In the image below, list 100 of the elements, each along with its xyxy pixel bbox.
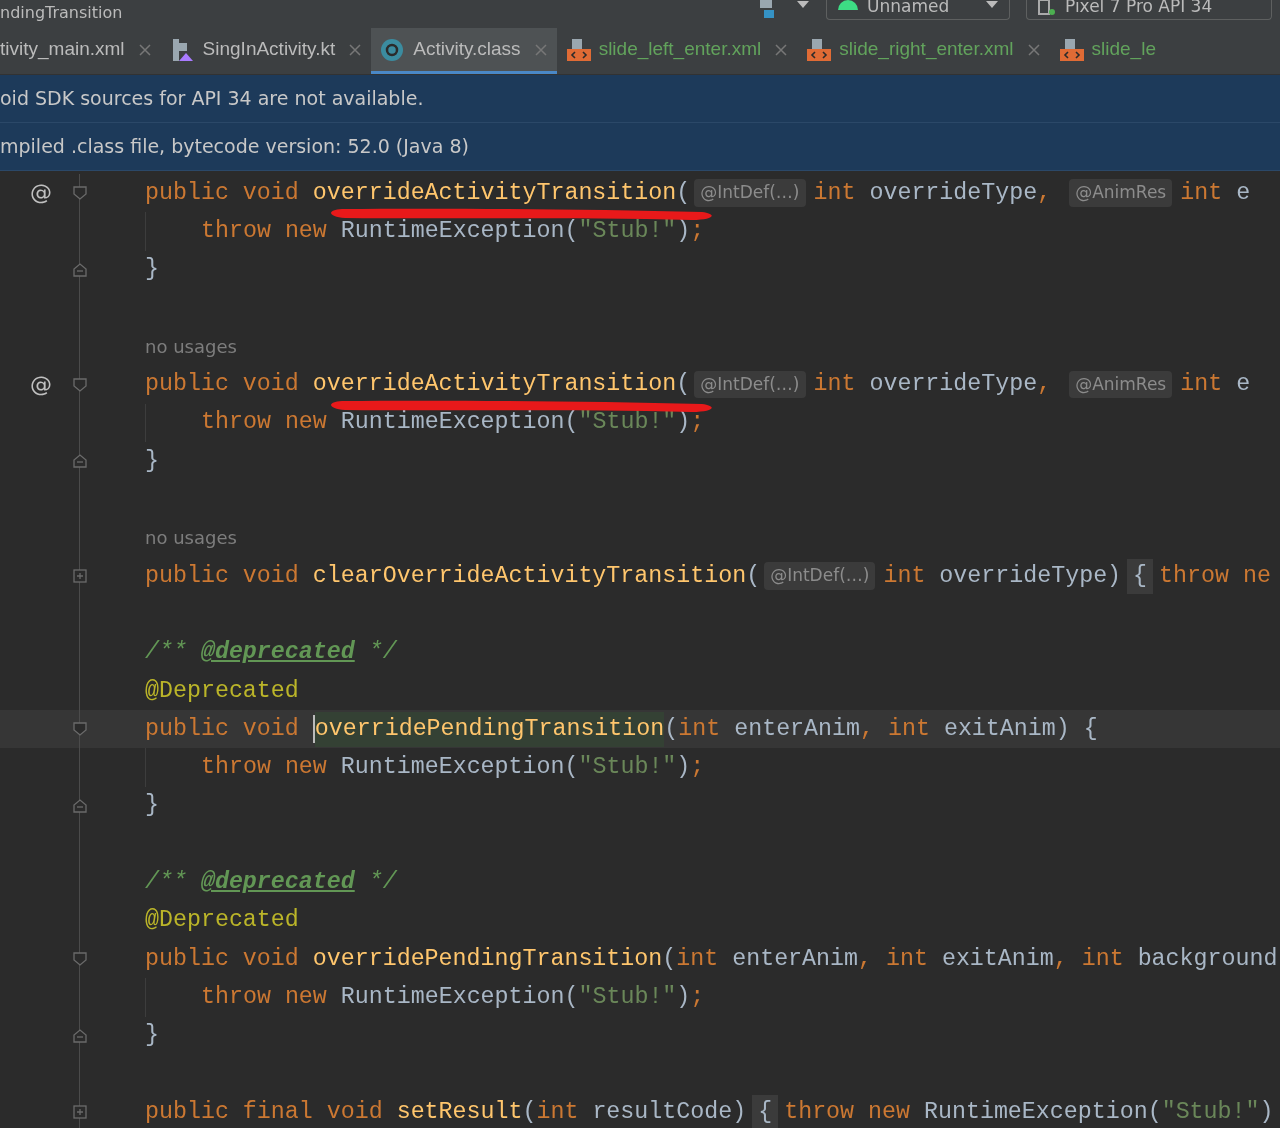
code-token: int: [886, 944, 929, 974]
code-token: int: [813, 370, 857, 400]
close-icon[interactable]: [138, 43, 151, 56]
code-token: (: [662, 944, 677, 974]
code-token: ;: [690, 753, 705, 783]
parameter-hint: @IntDef(…): [764, 562, 876, 590]
xml-file-icon: [807, 38, 832, 61]
code-token: "Stub!": [578, 408, 677, 438]
code-token: */: [367, 868, 397, 897]
xml-file-icon: [1059, 38, 1084, 61]
code-token: public final void: [145, 1097, 384, 1127]
code-token: throw new: [784, 1097, 911, 1127]
fold-end-icon[interactable]: [73, 1028, 87, 1043]
parameter-hint: @AnimRes: [1069, 370, 1173, 399]
code-token: throw new: [201, 216, 328, 246]
code-token: ,: [1053, 944, 1069, 974]
code-token: int: [1081, 944, 1125, 974]
expand-icon[interactable]: [73, 569, 87, 584]
editor-tab[interactable]: tivity_main.xml: [0, 28, 161, 74]
editor-tab[interactable]: SingInActivity.kt: [160, 28, 372, 74]
code-token: ): [676, 216, 691, 246]
code-token: e: [1236, 178, 1251, 208]
code-token: throw ne: [1159, 561, 1271, 591]
fold-end-icon[interactable]: [73, 262, 87, 277]
fold-marker-icon[interactable]: [73, 722, 87, 737]
code-token: throw new: [201, 982, 328, 1012]
code-token: int: [678, 714, 722, 744]
code-token: setResult: [396, 1097, 523, 1127]
code-token: enterAnim: [732, 944, 858, 974]
device-dropdown[interactable]: Pixel 7 Pro API 34: [1026, 0, 1272, 20]
code-token: int: [883, 561, 927, 591]
code-token: overridePendingTransition: [312, 944, 663, 974]
code-token: ;: [690, 408, 705, 438]
parameter-hint: @IntDef(…): [694, 179, 806, 207]
caret-icon: [985, 0, 999, 10]
code-token: ,: [858, 944, 873, 974]
code-token: int: [1180, 178, 1224, 208]
code-token: RuntimeException(: [340, 408, 579, 438]
code-token: @deprecated: [200, 868, 355, 897]
code-token: }: [145, 446, 159, 476]
editor-tab[interactable]: slide_left_enter.xml: [556, 28, 798, 74]
code-token: ): [1259, 1097, 1274, 1127]
fold-marker-icon[interactable]: [73, 952, 87, 967]
code-token: resultCode): [592, 1097, 747, 1127]
parameter-hint: @IntDef(…): [694, 370, 806, 399]
fold-marker-icon[interactable]: [73, 377, 87, 392]
class-icon: [381, 38, 406, 61]
close-icon[interactable]: [775, 43, 788, 56]
editor-tab[interactable]: slide_le: [1049, 28, 1166, 74]
code-token: e: [1236, 370, 1251, 400]
override-marker[interactable]: @: [30, 182, 52, 205]
code-token: ,: [860, 714, 875, 744]
code-token: exitAnim: [941, 944, 1054, 974]
code-token: */: [367, 638, 397, 668]
code-token: ): [676, 982, 691, 1012]
code-token: int: [813, 178, 857, 208]
folded-code-block[interactable]: {: [752, 1094, 779, 1128]
code-token: int: [676, 944, 720, 974]
editor-tab[interactable]: Activity.class: [371, 28, 557, 74]
code-token: overrideType: [869, 370, 1038, 400]
code-token: "Stub!": [578, 982, 677, 1012]
code-token: overrideType: [869, 178, 1038, 208]
editor-tab[interactable]: slide_right_enter.xml: [797, 28, 1050, 74]
code-token: throw new: [201, 753, 328, 783]
xml-file-icon: [566, 38, 591, 61]
code-token: /**: [145, 868, 188, 897]
close-icon[interactable]: [534, 43, 547, 56]
code-token: ;: [690, 216, 705, 246]
kotlin-file-icon: [170, 38, 195, 61]
close-icon[interactable]: [349, 43, 362, 56]
override-marker[interactable]: @: [30, 373, 52, 396]
code-token: background: [1137, 944, 1278, 974]
code-token: RuntimeException(: [924, 1097, 1162, 1127]
close-icon[interactable]: [1027, 43, 1040, 56]
code-token: @Deprecated: [145, 906, 299, 936]
code-token: }: [145, 255, 159, 285]
code-token: RuntimeException(: [340, 982, 579, 1012]
code-token: (: [746, 561, 761, 591]
code-token: clearOverrideActivityTransition: [312, 561, 747, 591]
code-token: (: [522, 1097, 537, 1127]
caret-icon[interactable]: [796, 0, 810, 10]
code-token: (: [676, 370, 691, 400]
fold-end-icon[interactable]: [73, 798, 87, 813]
code-token: RuntimeException(: [340, 216, 579, 246]
code-token: int: [1180, 370, 1224, 400]
banner-message: oid SDK sources for API 34 are not available.: [0, 86, 424, 112]
code-token: int: [536, 1097, 580, 1127]
run-config-dropdown[interactable]: Unnamed: [826, 0, 1010, 20]
code-token: overridePendingTransition: [314, 711, 665, 747]
fold-marker-icon[interactable]: [73, 186, 87, 201]
code-token: ,: [1037, 370, 1053, 400]
window-title: ndingTransition: [0, 7, 123, 19]
folded-code-block[interactable]: {: [1127, 558, 1154, 594]
code-token: public void: [145, 561, 300, 591]
android-icon: [837, 0, 859, 10]
code-token: public void: [145, 370, 300, 400]
code-token: "Stub!": [1161, 1097, 1260, 1127]
code-token: }: [145, 791, 159, 821]
fold-end-icon[interactable]: [73, 454, 87, 469]
expand-icon[interactable]: [73, 1105, 87, 1120]
